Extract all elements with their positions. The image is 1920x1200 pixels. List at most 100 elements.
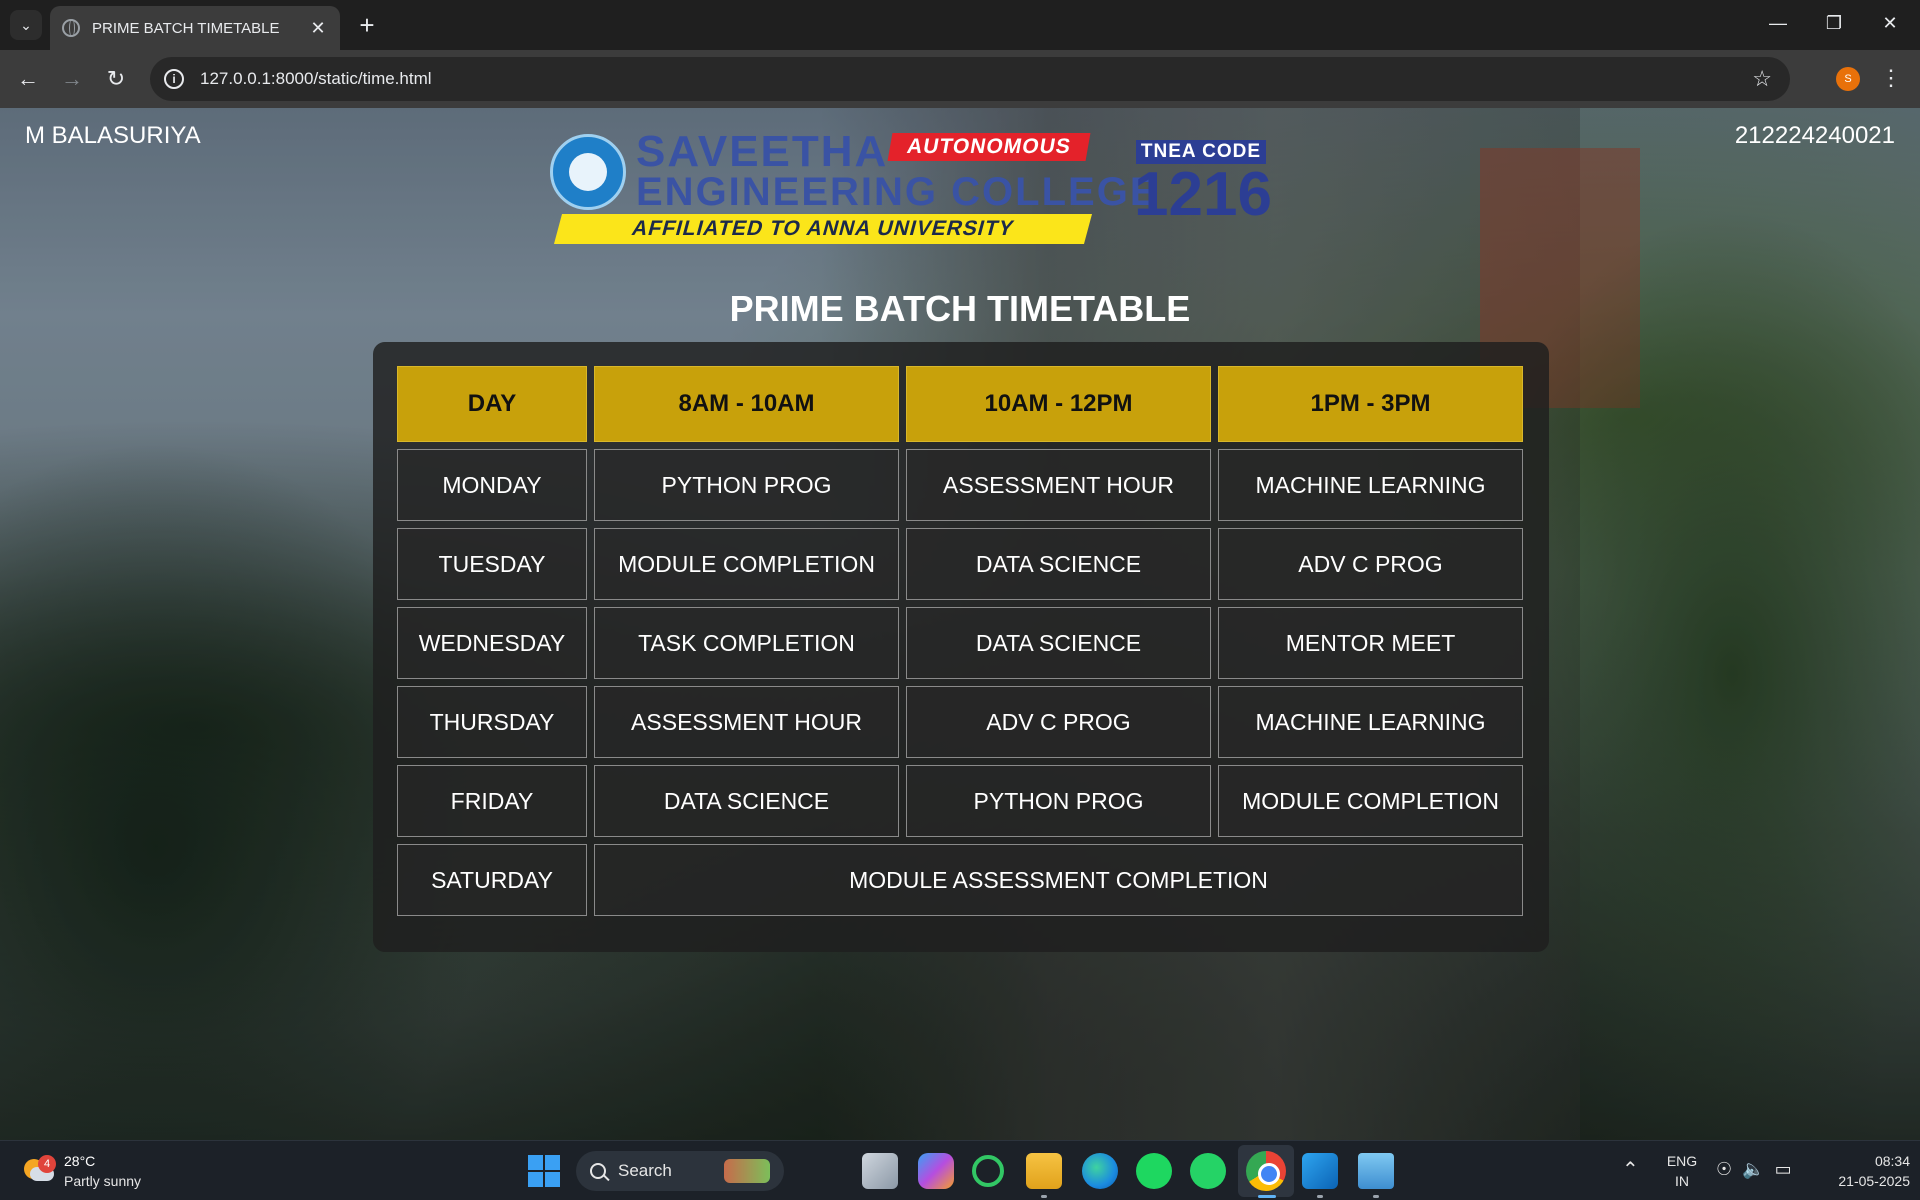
slot-cell: PYTHON PROG	[594, 449, 899, 521]
header-slot-1: 8AM - 10AM	[594, 366, 899, 442]
weather-widget[interactable]: 4 28°C Partly sunny	[24, 1149, 164, 1193]
browser-tab[interactable]: PRIME BATCH TIMETABLE ✕	[50, 6, 340, 50]
reload-icon[interactable]: ↻	[100, 63, 132, 95]
day-cell: FRIDAY	[397, 765, 587, 837]
page-title: PRIME BATCH TIMETABLE	[729, 288, 1191, 329]
profile-avatar[interactable]: S	[1836, 67, 1860, 91]
bookmark-star-icon[interactable]: ☆	[1752, 66, 1772, 92]
copilot-icon[interactable]	[918, 1153, 954, 1189]
header-day: DAY	[397, 366, 587, 442]
language-region: IN	[1675, 1173, 1689, 1189]
address-bar[interactable]: i 127.0.0.1:8000/static/time.html ☆	[150, 57, 1790, 101]
tab-close-icon[interactable]: ✕	[308, 18, 328, 39]
search-icon	[590, 1163, 606, 1179]
vscode-icon[interactable]	[1302, 1153, 1338, 1189]
browser-tab-strip: ⌄ PRIME BATCH TIMETABLE ✕ + — ❐ ✕	[0, 0, 1920, 50]
logo-college-name-line1: SAVEETHA	[636, 127, 889, 176]
running-indicator	[1317, 1195, 1323, 1198]
college-logo: SAVEETHA AUTONOMOUS ENGINEERING COLLEGE …	[548, 127, 1288, 244]
language-code: ENG	[1666, 1153, 1698, 1169]
slot-cell: MENTOR MEET	[1218, 607, 1523, 679]
edge-browser-icon[interactable]	[1082, 1153, 1118, 1189]
chrome-icon[interactable]	[1246, 1151, 1286, 1191]
slot-cell: DATA SCIENCE	[906, 607, 1211, 679]
browser-toolbar: ← → ↻ i 127.0.0.1:8000/static/time.html …	[0, 50, 1920, 108]
file-explorer-icon[interactable]	[1026, 1153, 1062, 1189]
student-name: M BALASURIYA	[25, 122, 201, 149]
day-cell: THURSDAY	[397, 686, 587, 758]
slot-cell: ADV C PROG	[1218, 528, 1523, 600]
slot-cell: ADV C PROG	[906, 686, 1211, 758]
table-row: WEDNESDAY TASK COMPLETION DATA SCIENCE M…	[397, 607, 1523, 679]
table-row: THURSDAY ASSESSMENT HOUR ADV C PROG MACH…	[397, 686, 1523, 758]
weather-badge: 4	[38, 1155, 56, 1173]
logo-tnea-code: 1216	[1134, 160, 1272, 229]
url-text[interactable]: 127.0.0.1:8000/static/time.html	[200, 69, 1752, 89]
slot-cell: TASK COMPLETION	[594, 607, 899, 679]
slot-cell: MACHINE LEARNING	[1218, 686, 1523, 758]
page-viewport: M BALASURIYA 212224240021 SAVEETHA AUTON…	[0, 108, 1920, 1140]
slot-cell: MODULE COMPLETION	[1218, 765, 1523, 837]
notepad-icon[interactable]	[1358, 1153, 1394, 1189]
table-row: MONDAY PYTHON PROG ASSESSMENT HOUR MACHI…	[397, 449, 1523, 521]
day-cell: SATURDAY	[397, 844, 587, 916]
slot-cell: MACHINE LEARNING	[1218, 449, 1523, 521]
window-close-icon[interactable]: ✕	[1870, 8, 1910, 38]
tab-search-chevron-icon[interactable]: ⌄	[10, 10, 42, 40]
task-view-icon[interactable]	[862, 1153, 898, 1189]
taskbar: 4 28°C Partly sunny Search ⌃ ENG IN ☉ 🔈 …	[0, 1140, 1920, 1200]
new-tab-button[interactable]: +	[352, 10, 382, 40]
day-cell: TUESDAY	[397, 528, 587, 600]
system-clock[interactable]: 08:34 21-05-2025	[1810, 1151, 1910, 1191]
network-icon[interactable]: ☉	[1716, 1159, 1732, 1180]
clock-date: 21-05-2025	[1838, 1173, 1910, 1189]
logo-college-name-line2: ENGINEERING COLLEGE	[636, 170, 1159, 214]
college-seal-icon	[550, 134, 626, 210]
day-cell: MONDAY	[397, 449, 587, 521]
restore-icon[interactable]: ❐	[1814, 8, 1854, 38]
timetable-header-row: DAY 8AM - 10AM 10AM - 12PM 1PM - 3PM	[397, 366, 1523, 442]
taskbar-search-box[interactable]: Search	[576, 1151, 784, 1191]
day-cell: WEDNESDAY	[397, 607, 587, 679]
back-arrow-icon[interactable]: ←	[12, 63, 44, 95]
tray-overflow-chevron-icon[interactable]: ⌃	[1622, 1157, 1639, 1182]
timetable-card: DAY 8AM - 10AM 10AM - 12PM 1PM - 3PM MON…	[373, 342, 1549, 952]
language-indicator[interactable]: ENG IN	[1662, 1151, 1702, 1191]
table-row: SATURDAY MODULE ASSESSMENT COMPLETION	[397, 844, 1523, 916]
browser-menu-icon[interactable]: ⋮	[1880, 62, 1902, 94]
slot-cell: DATA SCIENCE	[906, 528, 1211, 600]
volume-icon[interactable]: 🔈	[1742, 1159, 1764, 1180]
slot-cell: DATA SCIENCE	[594, 765, 899, 837]
weather-temperature: 28°C	[64, 1153, 96, 1169]
active-indicator	[1258, 1195, 1276, 1198]
whatsapp-icon[interactable]	[1190, 1153, 1226, 1189]
battery-icon[interactable]: ▭	[1775, 1159, 1792, 1180]
app-ring-icon[interactable]	[972, 1155, 1004, 1187]
site-info-icon[interactable]: i	[164, 69, 184, 89]
minimize-icon[interactable]: —	[1758, 8, 1798, 38]
slot-cell: ASSESSMENT HOUR	[594, 686, 899, 758]
forward-arrow-icon[interactable]: →	[56, 63, 88, 95]
slot-cell: PYTHON PROG	[906, 765, 1211, 837]
tab-title: PRIME BATCH TIMETABLE	[92, 19, 280, 37]
logo-autonomous-badge: AUTONOMOUS	[887, 133, 1091, 161]
header-slot-2: 10AM - 12PM	[906, 366, 1211, 442]
running-indicator	[1041, 1195, 1047, 1198]
spotify-icon[interactable]	[1136, 1153, 1172, 1189]
table-row: FRIDAY DATA SCIENCE PYTHON PROG MODULE C…	[397, 765, 1523, 837]
student-id: 212224240021	[1734, 122, 1895, 149]
running-indicator	[1373, 1195, 1379, 1198]
slot-cell: MODULE COMPLETION	[594, 528, 899, 600]
slot-cell: ASSESSMENT HOUR	[906, 449, 1211, 521]
header-slot-3: 1PM - 3PM	[1218, 366, 1523, 442]
timetable: DAY 8AM - 10AM 10AM - 12PM 1PM - 3PM MON…	[390, 359, 1530, 923]
search-highlight-icon	[724, 1159, 770, 1183]
system-tray[interactable]: ☉ 🔈 ▭	[1716, 1159, 1792, 1180]
slot-cell-merged: MODULE ASSESSMENT COMPLETION	[594, 844, 1523, 916]
weather-description: Partly sunny	[64, 1173, 142, 1189]
globe-icon	[62, 19, 80, 37]
windows-start-icon[interactable]	[528, 1155, 560, 1187]
logo-affiliation-banner: AFFILIATED TO ANNA UNIVERSITY	[553, 214, 1093, 244]
taskbar-search-label: Search	[618, 1161, 672, 1180]
clock-time: 08:34	[1874, 1153, 1910, 1169]
